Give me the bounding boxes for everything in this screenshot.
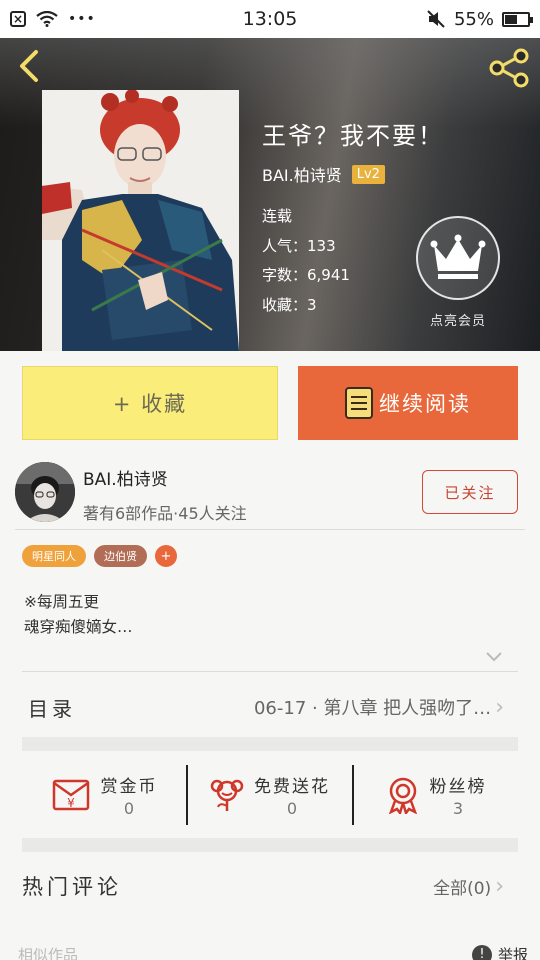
book-description[interactable]: ※每周五更 魂穿痴傻嫡女… bbox=[24, 590, 133, 640]
all-comments-link[interactable]: 全部(0) bbox=[433, 874, 491, 899]
book-cover-image[interactable] bbox=[42, 90, 239, 351]
battery-icon bbox=[502, 11, 533, 27]
more-dots-icon: ••• bbox=[68, 11, 96, 27]
fan-ranking-button[interactable]: 粉丝榜 3 bbox=[352, 765, 518, 825]
catalog-label: 目录 bbox=[28, 696, 76, 721]
divider bbox=[22, 671, 518, 672]
crown-icon bbox=[416, 216, 500, 300]
continue-reading-button[interactable]: 继续阅读 bbox=[298, 366, 518, 440]
share-icon[interactable] bbox=[488, 48, 530, 88]
word-count: 字数：6,941 bbox=[262, 266, 350, 284]
author-name[interactable]: BAI.柏诗贤 bbox=[83, 465, 168, 490]
stat-value: 0 bbox=[123, 799, 135, 818]
chevron-down-icon[interactable] bbox=[484, 650, 504, 664]
book-title: 王爷？我不要！ bbox=[262, 122, 444, 150]
support-stats: ¥ 赏金币 0 免费送花 0 粉丝榜 3 bbox=[22, 765, 518, 825]
report-button[interactable]: ! 举报 bbox=[471, 944, 528, 960]
flower-icon bbox=[210, 779, 244, 811]
stat-value: 3 bbox=[452, 799, 464, 818]
stat-label: 免费送花 bbox=[254, 777, 330, 797]
vip-button[interactable]: 点亮会员 bbox=[412, 216, 504, 329]
book-author-name[interactable]: BAI.柏诗贤 bbox=[262, 162, 342, 186]
collect-button[interactable]: + 收藏 bbox=[22, 366, 278, 440]
send-flower-button[interactable]: 免费送花 0 bbox=[186, 765, 352, 825]
tag-item[interactable]: 明星同人 bbox=[22, 545, 86, 567]
svg-text:¥: ¥ bbox=[67, 796, 75, 810]
report-label: 举报 bbox=[497, 946, 528, 960]
tag-item[interactable]: 边伯贤 bbox=[94, 545, 147, 567]
stat-value: 0 bbox=[286, 799, 298, 818]
popularity-count: 人气：133 bbox=[262, 236, 336, 255]
follow-button[interactable]: 已关注 bbox=[422, 470, 518, 514]
notification-x-icon: × bbox=[10, 11, 26, 27]
hot-comments-title: 热门评论 bbox=[22, 875, 122, 899]
continue-reading-label: 继续阅读 bbox=[379, 392, 471, 416]
description-line: 魂穿痴傻嫡女… bbox=[24, 618, 133, 636]
description-line: ※每周五更 bbox=[24, 593, 99, 611]
section-separator bbox=[22, 838, 518, 852]
mute-icon bbox=[427, 10, 445, 28]
chevron-right-icon: › bbox=[495, 694, 504, 720]
collect-label: + 收藏 bbox=[112, 392, 188, 416]
footer-peek: 相似作品 ! 举报 bbox=[18, 944, 528, 960]
catalog-row[interactable]: 目录 06-17 · 第八章 把人强吻了… › bbox=[22, 685, 504, 729]
follow-label: 已关注 bbox=[444, 483, 496, 502]
favorites-count: 收藏：3 bbox=[262, 295, 317, 314]
add-tag-button[interactable]: + bbox=[155, 545, 177, 567]
stat-label: 粉丝榜 bbox=[429, 777, 487, 797]
book-icon bbox=[345, 387, 373, 419]
status-bar: × ••• 13:05 55% bbox=[0, 0, 540, 38]
section-separator bbox=[22, 737, 518, 751]
level-badge: Lv2 bbox=[351, 164, 385, 184]
similar-works-label: 相似作品 bbox=[18, 946, 79, 960]
author-avatar[interactable] bbox=[15, 462, 75, 522]
report-icon: ! bbox=[471, 944, 492, 960]
latest-chapter: 06-17 · 第八章 把人强吻了… bbox=[253, 698, 492, 719]
hot-comments-row[interactable]: 热门评论 全部(0) › bbox=[22, 866, 504, 906]
book-author-line: BAI.柏诗贤 Lv2 bbox=[262, 162, 385, 186]
medal-icon bbox=[388, 777, 417, 814]
chevron-right-icon: › bbox=[495, 873, 504, 899]
book-header: 王爷？我不要！ BAI.柏诗贤 Lv2 连载 人气：133 字数：6,941 收… bbox=[0, 38, 540, 351]
wifi-icon bbox=[36, 11, 58, 27]
coin-envelope-icon: ¥ bbox=[52, 779, 89, 811]
reward-coins-button[interactable]: ¥ 赏金币 0 bbox=[22, 765, 186, 825]
book-meta: 连载 人气：133 字数：6,941 收藏：3 bbox=[262, 202, 350, 320]
back-icon[interactable] bbox=[14, 48, 44, 84]
serial-status: 连载 bbox=[262, 207, 293, 225]
author-stats: 著有6部作品·45人关注 bbox=[83, 504, 247, 523]
battery-percent: 55% bbox=[453, 8, 494, 30]
author-row: BAI.柏诗贤 著有6部作品·45人关注 已关注 bbox=[15, 462, 525, 530]
tag-list: 明星同人 边伯贤 + bbox=[22, 545, 177, 567]
stat-label: 赏金币 bbox=[100, 777, 158, 797]
vip-label: 点亮会员 bbox=[429, 314, 486, 329]
